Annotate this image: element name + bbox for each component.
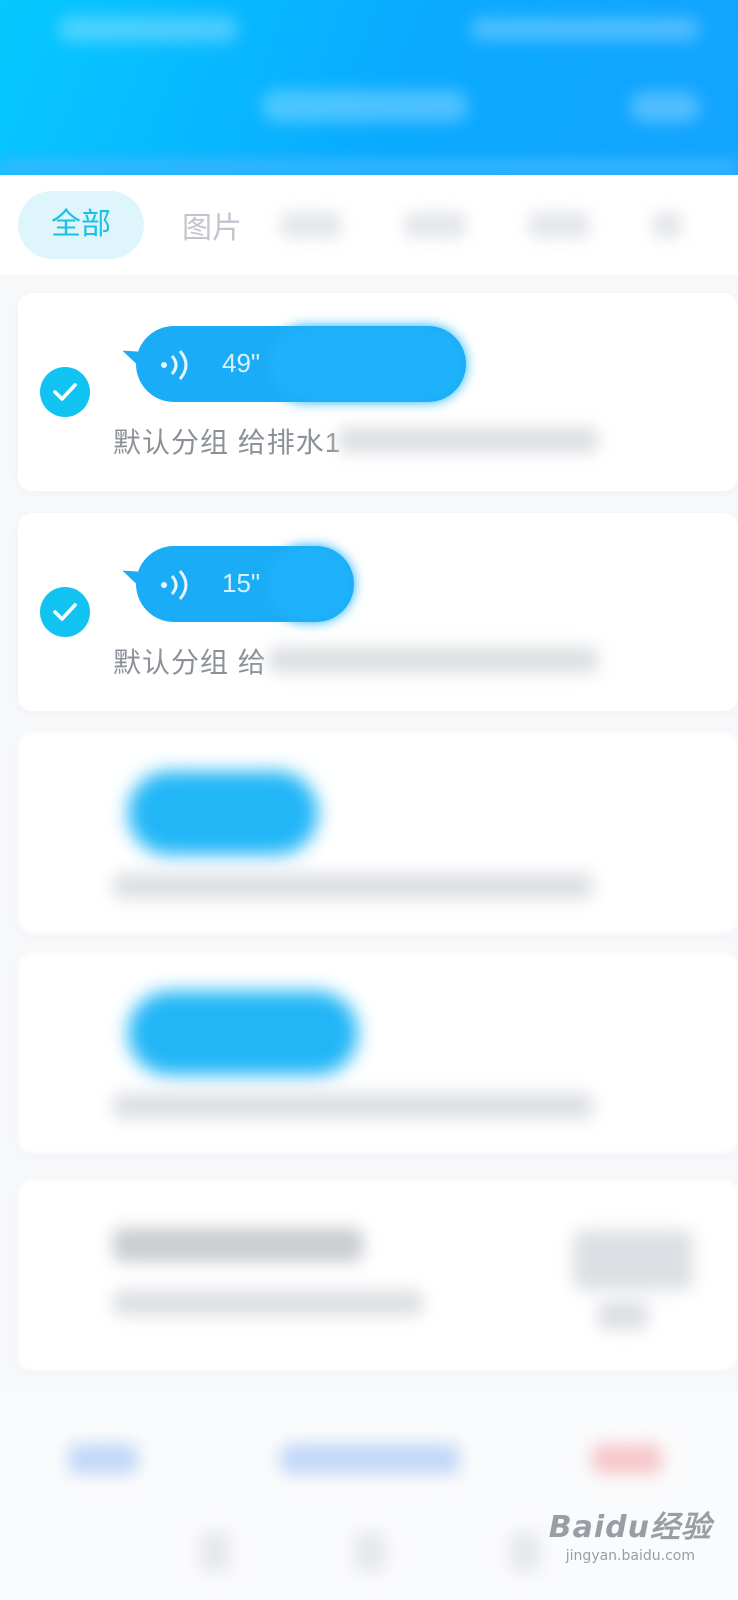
voice-duration: 15" bbox=[222, 568, 261, 598]
bottom-action-bar bbox=[0, 1392, 738, 1600]
item-meta-blurred bbox=[113, 1093, 593, 1119]
item-meta-blurred bbox=[113, 873, 593, 899]
item-size-blurred bbox=[598, 1300, 648, 1330]
item-meta-blurred bbox=[113, 1290, 423, 1316]
list-item[interactable]: 49" 默认分组 给排水1 bbox=[18, 293, 738, 491]
voice-duration: 49" bbox=[222, 348, 261, 378]
tab-blurred-6[interactable] bbox=[652, 211, 682, 239]
item-meta-blurred bbox=[338, 427, 598, 453]
tab-blurred-5[interactable] bbox=[528, 211, 590, 239]
voice-message-bubble[interactable] bbox=[128, 991, 358, 1075]
header-action-button[interactable] bbox=[630, 92, 700, 122]
header-title bbox=[262, 90, 468, 122]
voice-message-bubble[interactable]: 15" bbox=[119, 546, 354, 622]
voice-message-bubble[interactable]: 49" bbox=[119, 326, 466, 402]
list-item[interactable]: 15" 默认分组 给 bbox=[18, 513, 738, 711]
watermark: Baidu经验 jingyan.baidu.com bbox=[549, 1502, 712, 1564]
watermark-logo: Baidu经验 bbox=[548, 1510, 712, 1545]
tab-blurred-3[interactable] bbox=[280, 211, 342, 239]
checked-icon[interactable] bbox=[40, 367, 90, 417]
status-bar-left bbox=[58, 16, 238, 42]
sound-wave-icon bbox=[161, 350, 188, 380]
app-header bbox=[0, 0, 738, 175]
item-meta-blurred bbox=[268, 647, 598, 673]
status-bar-right bbox=[470, 18, 700, 40]
item-meta: 默认分组 给 bbox=[113, 647, 267, 678]
list-item-blurred[interactable] bbox=[18, 953, 738, 1153]
watermark-url: jingyan.baidu.com bbox=[565, 1548, 695, 1564]
tab-images[interactable]: 图片 bbox=[182, 203, 242, 247]
voice-message-bubble[interactable] bbox=[128, 771, 318, 855]
sound-wave-icon bbox=[161, 570, 188, 600]
list-item-blurred[interactable] bbox=[18, 733, 738, 933]
item-meta: 默认分组 给排水1 bbox=[113, 427, 342, 458]
nav-button-recent[interactable] bbox=[510, 1532, 540, 1572]
tab-blurred-4[interactable] bbox=[404, 211, 466, 239]
list-item-blurred[interactable] bbox=[18, 1180, 738, 1370]
action-button-delete[interactable] bbox=[592, 1444, 662, 1474]
nav-button-back[interactable] bbox=[200, 1532, 230, 1572]
item-thumbnail-blurred bbox=[573, 1230, 693, 1290]
checked-icon[interactable] bbox=[40, 587, 90, 637]
tab-all[interactable]: 全部 bbox=[18, 191, 144, 259]
action-button-left[interactable] bbox=[68, 1444, 138, 1474]
nav-button-home[interactable] bbox=[355, 1532, 385, 1572]
category-tabs: 全部 图片 bbox=[0, 175, 738, 275]
action-button-center[interactable] bbox=[280, 1444, 460, 1474]
item-title-blurred bbox=[113, 1228, 363, 1262]
